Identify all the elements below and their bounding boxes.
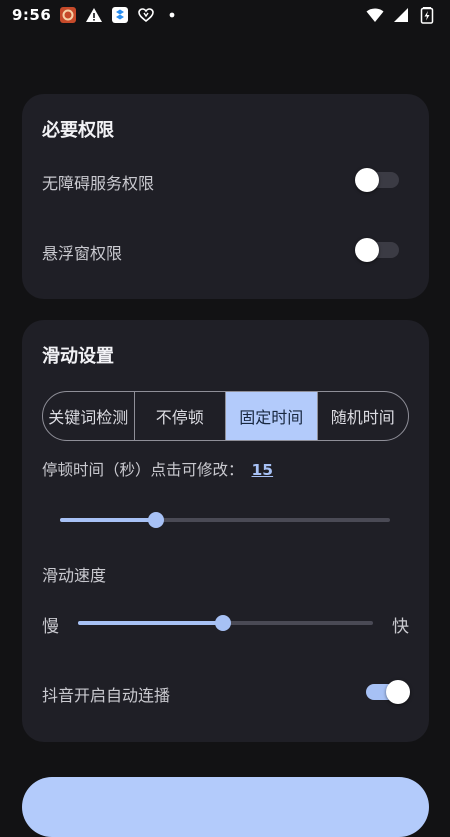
speed-fast-label: 快 [392,617,409,637]
scroll-speed-label: 滑动速度 [42,566,107,585]
dropbox-icon [111,6,129,24]
scroll-settings-card: 滑动设置 关键词检测 不停顿 固定时间 随机时间 停顿时间（秒）点击可修改： 15… [22,320,429,742]
app-notification-icon [59,6,77,24]
heart-icon [137,6,155,24]
scroll-speed-slider[interactable] [78,615,373,631]
accessibility-permission-switch[interactable] [355,168,399,192]
switch-knob [355,168,379,192]
status-time: 9:56 [12,6,52,24]
permissions-card: 必要权限 无障碍服务权限 悬浮窗权限 [22,94,429,299]
dot-icon [163,6,181,24]
battery-icon [418,6,436,24]
warning-icon [85,6,103,24]
pause-time-slider[interactable] [60,512,390,528]
bottom-action-button[interactable] [22,777,429,837]
scroll-mode-selector: 关键词检测 不停顿 固定时间 随机时间 [42,391,409,441]
mode-random-time[interactable]: 随机时间 [318,392,409,440]
overlay-permission-switch[interactable] [355,238,399,262]
speed-slider-fill [78,621,223,625]
pause-slider-fill [60,518,156,522]
pause-time-value[interactable]: 15 [252,461,274,479]
accessibility-permission-label: 无障碍服务权限 [42,174,155,193]
switch-knob [386,680,410,704]
pause-time-label: 停顿时间（秒）点击可修改： [42,461,244,479]
speed-slow-label: 慢 [42,617,59,637]
mode-fixed-time[interactable]: 固定时间 [226,392,318,440]
pause-time-row: 停顿时间（秒）点击可修改： 15 [42,458,273,480]
signal-icon [392,6,410,24]
overlay-permission-label: 悬浮窗权限 [42,244,123,263]
scroll-settings-title: 滑动设置 [42,346,114,367]
speed-slider-thumb[interactable] [214,615,231,631]
switch-knob [355,238,379,262]
mode-no-pause[interactable]: 不停顿 [135,392,226,440]
mode-keyword-detect[interactable]: 关键词检测 [43,392,135,440]
pause-slider-thumb[interactable] [147,512,164,528]
status-bar: 9:56 [0,0,450,30]
permissions-title: 必要权限 [42,120,114,141]
wifi-icon [366,6,384,24]
autoplay-label: 抖音开启自动连播 [42,686,171,705]
autoplay-switch[interactable] [366,680,410,704]
